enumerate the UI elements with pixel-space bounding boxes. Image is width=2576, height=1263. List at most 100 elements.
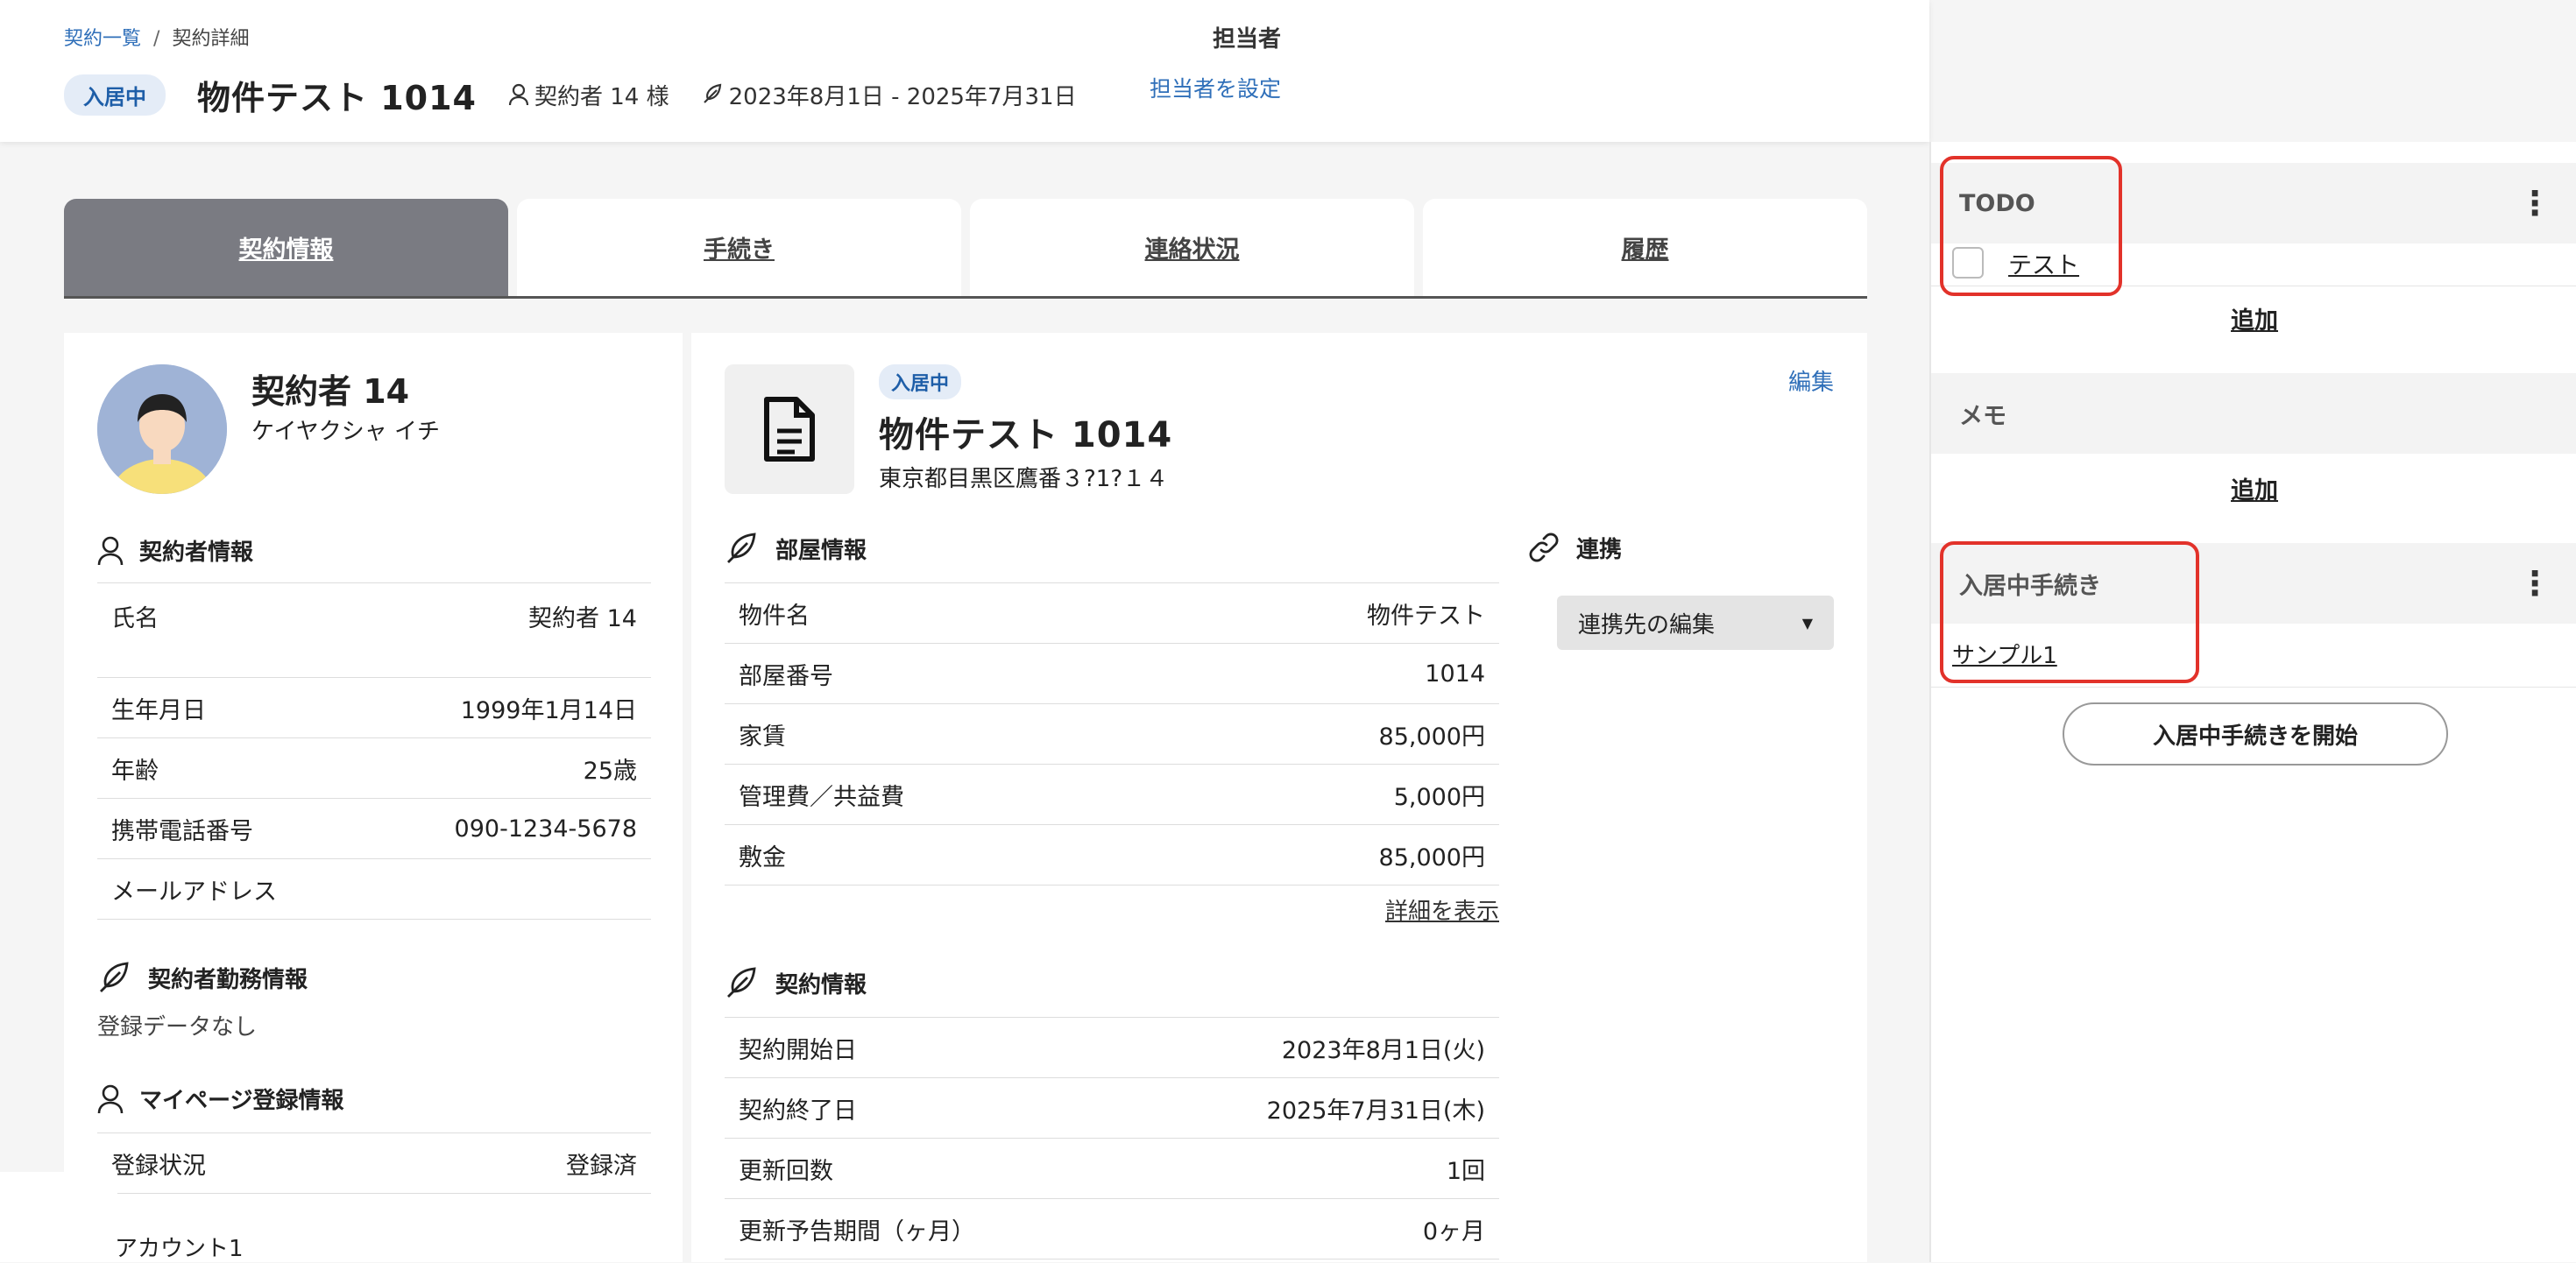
feather-icon — [100, 962, 129, 992]
link-edit-dropdown[interactable]: 連携先の編集 ▼ — [1557, 596, 1834, 650]
memo-add-button[interactable]: 追加 — [1931, 471, 2576, 505]
row-label: 物件名 — [739, 602, 810, 630]
row-label: 更新予告期間（ヶ月） — [739, 1217, 975, 1245]
contract-row-notice: 更新予告期間（ヶ月） 0ヶ月 — [725, 1199, 1499, 1259]
row-label: 更新回数 — [739, 1157, 833, 1185]
row-value: 1014 — [1425, 660, 1485, 688]
show-details-link[interactable]: 詳細を表示 — [1385, 893, 1499, 926]
row-label: 年齢 — [111, 757, 159, 785]
contract-row-start: 契約開始日 2023年8月1日(火) — [725, 1018, 1499, 1078]
avatar-illustration — [97, 364, 227, 494]
mypage-row-status: 登録状況 登録済 — [97, 1133, 651, 1194]
section-title: 部屋情報 — [775, 537, 867, 564]
row-label: 敷金 — [739, 843, 786, 871]
contract-period: 2023年8月1日 - 2025年7月31日 — [728, 83, 1077, 110]
row-value: 85,000円 — [1378, 843, 1485, 871]
page-title: 物件テスト 1014 — [197, 78, 477, 117]
property-address: 東京都目黒区鷹番３?1?１４ — [879, 466, 1169, 492]
row-label: 管理費／共益費 — [739, 783, 904, 811]
row-label: 携帯電話番号 — [111, 817, 253, 845]
memo-title: メモ — [1959, 402, 2006, 430]
left-edge-overlay — [0, 1172, 117, 1262]
person-icon — [508, 83, 529, 106]
row-value: 85,000円 — [1378, 723, 1485, 751]
info-row-email: メールアドレス — [97, 859, 651, 920]
room-row-deposit: 敷金 85,000円 — [725, 825, 1499, 886]
todo-add-button[interactable]: 追加 — [1931, 301, 2576, 335]
row-value: 2023年8月1日(火) — [1281, 1036, 1485, 1064]
edit-button[interactable]: 編集 — [1788, 364, 1834, 397]
tab-contract-info[interactable]: 契約情報 — [64, 199, 508, 296]
divider — [1931, 687, 2576, 688]
tab-contact-status[interactable]: 連絡状況 — [970, 199, 1414, 296]
row-value: 契約者 14 — [528, 605, 637, 632]
breadcrumb: 契約一覧 / 契約詳細 — [64, 23, 249, 51]
set-assignee-link[interactable]: 担当者を設定 — [1150, 72, 1281, 103]
row-label: メールアドレス — [111, 878, 277, 906]
todo-more-icon[interactable]: ⋮ — [2518, 184, 2551, 222]
link-icon — [1529, 533, 1559, 562]
avatar — [97, 364, 227, 494]
breadcrumb-current: 契約詳細 — [172, 28, 250, 50]
start-procedure-button[interactable]: 入居中手続きを開始 — [2063, 702, 2448, 766]
room-info-heading: 部屋情報 — [725, 531, 867, 566]
period-meta: 2023年8月1日 - 2025年7月31日 — [701, 79, 1077, 111]
row-label: 契約開始日 — [739, 1036, 857, 1064]
caret-down-icon: ▼ — [1801, 614, 1813, 632]
memo-header: メモ — [1931, 373, 2576, 454]
work-info-empty: 登録データなし — [97, 1014, 258, 1041]
breadcrumb-contract-list[interactable]: 契約一覧 — [64, 28, 141, 50]
row-label: 登録状況 — [111, 1152, 206, 1180]
room-row-name: 物件名 物件テスト — [725, 583, 1499, 644]
status-badge: 入居中 — [64, 74, 166, 116]
room-row-fee: 管理費／共益費 5,000円 — [725, 765, 1499, 825]
section-title: 契約情報 — [775, 971, 867, 998]
feather-icon — [727, 533, 756, 563]
row-value: 090-1234-5678 — [454, 815, 637, 843]
contract-info-heading: 契約情報 — [725, 965, 867, 1000]
room-row-number: 部屋番号 1014 — [725, 644, 1499, 704]
contractor-name: 契約者 14 — [251, 372, 410, 411]
row-value: 5,000円 — [1393, 783, 1485, 811]
property-status-badge: 入居中 — [879, 364, 962, 399]
highlight-box-procedure — [1940, 541, 2199, 683]
mypage-info-heading: マイページ登録情報 — [97, 1083, 343, 1115]
contractor-panel: 契約者 14 ケイヤクシャ イチ 契約者情報 氏名 契約者 14 生年月日 1999… — [64, 333, 683, 1262]
account-label: アカウント1 — [115, 1236, 244, 1262]
section-title: 契約者勤務情報 — [148, 966, 308, 993]
dropdown-label: 連携先の編集 — [1578, 611, 1716, 639]
info-row-name: 氏名 契約者 14 — [97, 583, 651, 678]
row-label: 家賃 — [739, 723, 786, 751]
procedure-more-icon[interactable]: ⋮ — [2518, 564, 2551, 603]
info-row-mobile: 携帯電話番号 090-1234-5678 — [97, 799, 651, 859]
tab-procedures[interactable]: 手続き — [517, 199, 961, 296]
info-row-birthdate: 生年月日 1999年1月14日 — [97, 678, 651, 738]
person-icon — [97, 536, 124, 565]
row-label: 氏名 — [111, 605, 159, 632]
row-value: 0ヶ月 — [1422, 1217, 1485, 1245]
section-title: マイページ登録情報 — [139, 1088, 344, 1114]
row-value: 25歳 — [583, 757, 637, 785]
property-panel: 入居中 物件テスト 1014 東京都目黒区鷹番３?1?１４ 編集 部屋情報 物件… — [691, 333, 1867, 1262]
person-icon — [97, 1084, 124, 1113]
contractor-kana: ケイヤクシャ イチ — [251, 419, 440, 445]
link-heading: 連携 — [1527, 531, 1622, 564]
property-title: 物件テスト 1014 — [879, 415, 1173, 455]
contract-row-end: 契約終了日 2025年7月31日(木) — [725, 1078, 1499, 1139]
row-label: 部屋番号 — [739, 662, 833, 690]
right-sidebar: TODO ⋮ テスト 追加 メモ 追加 入居中手続き ⋮ サンプル1 入居中手続… — [1929, 142, 2576, 1262]
document-icon — [725, 364, 854, 494]
contract-row-renewals: 更新回数 1回 — [725, 1139, 1499, 1199]
tab-history[interactable]: 履歴 — [1423, 199, 1867, 296]
tab-bar: 契約情報 手続き 連絡状況 履歴 — [64, 199, 1867, 299]
row-value: 1回 — [1446, 1157, 1485, 1185]
work-info-heading: 契約者勤務情報 — [97, 960, 308, 995]
contractor-meta: 契約者 14 様 — [508, 79, 669, 111]
assignee-label: 担当者 — [1212, 26, 1281, 53]
row-label: 契約終了日 — [739, 1097, 857, 1125]
section-title: 契約者情報 — [139, 540, 254, 566]
room-row-rent: 家賃 85,000円 — [725, 704, 1499, 765]
contractor-name: 契約者 14 様 — [534, 83, 669, 110]
row-value: 物件テスト — [1367, 602, 1485, 630]
feather-icon — [703, 83, 721, 103]
